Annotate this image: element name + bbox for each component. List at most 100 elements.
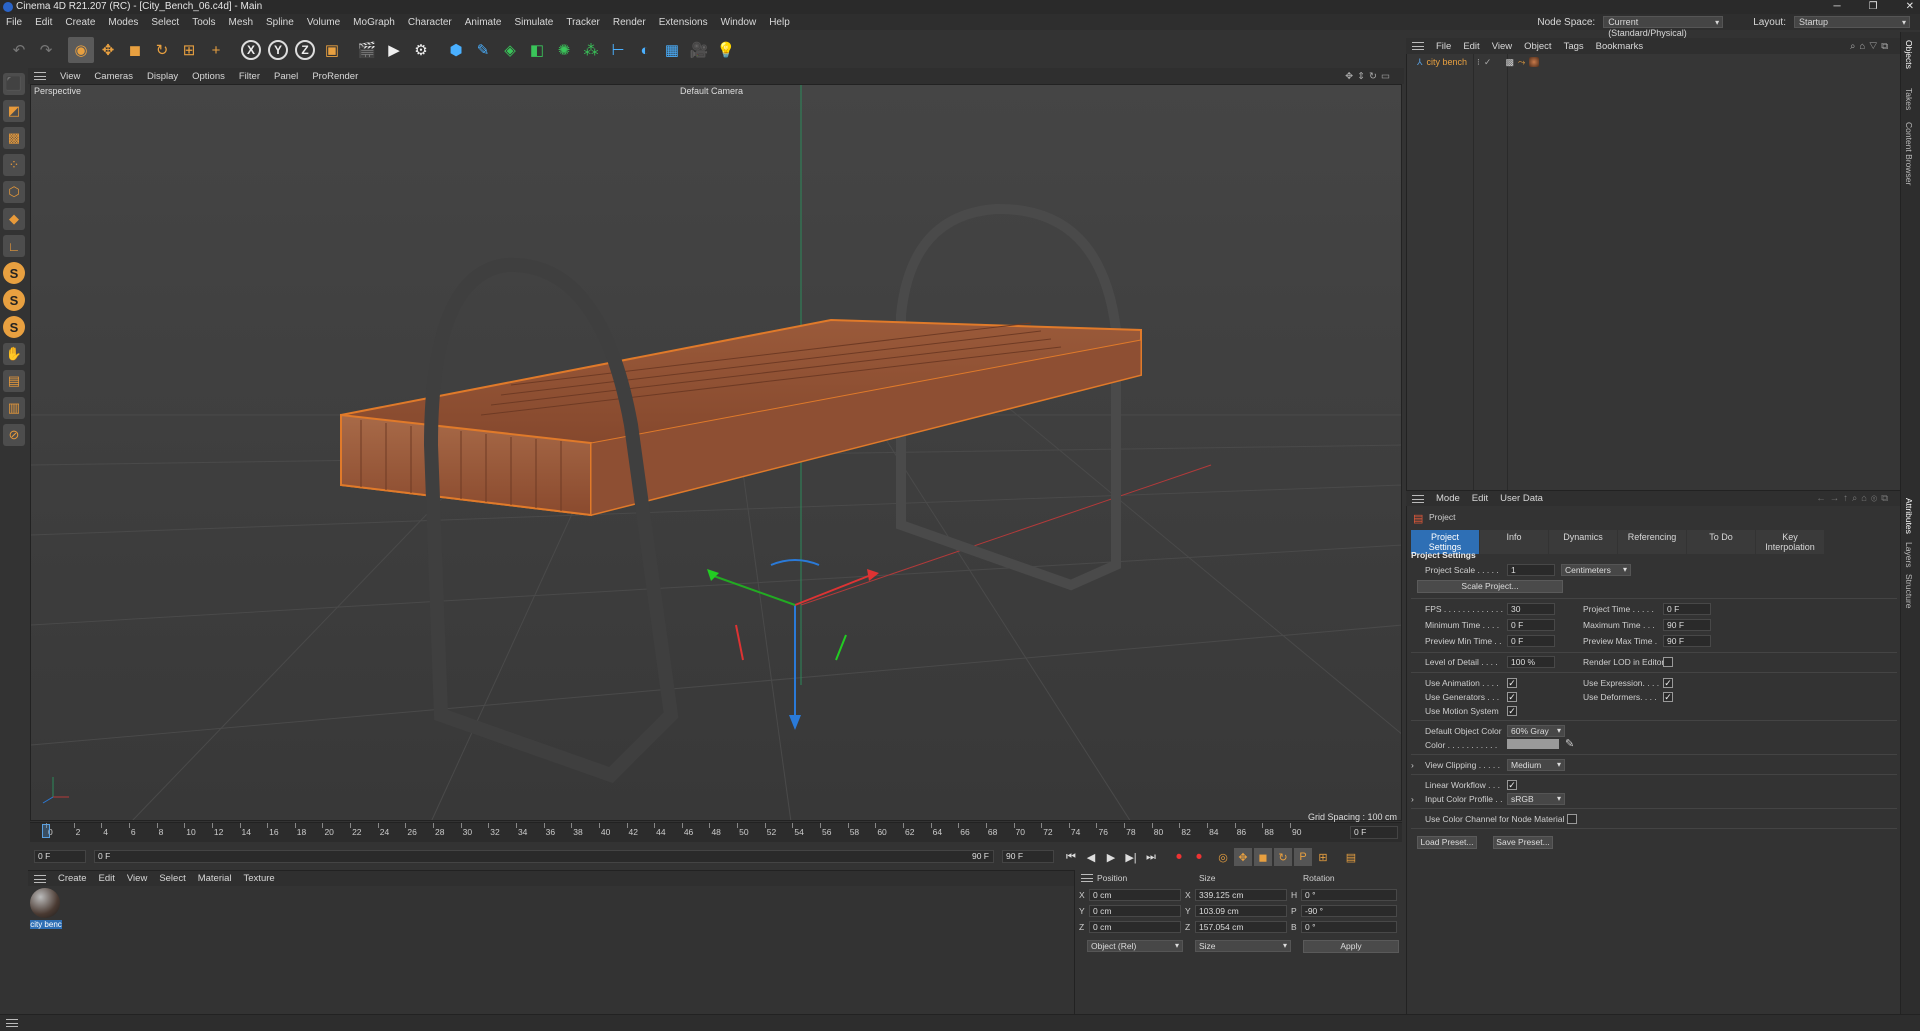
autokey-icon[interactable]: ⏺ <box>1190 848 1208 866</box>
attribute-hamburger-icon[interactable] <box>1412 494 1424 503</box>
x-axis-icon[interactable]: X <box>238 37 264 63</box>
mat-menu-texture[interactable]: Texture <box>244 873 275 884</box>
current-frame-field[interactable]: 0 F <box>1350 826 1398 839</box>
scale-project-button[interactable]: Scale Project... <box>1417 580 1563 593</box>
snap-settings-icon[interactable]: S <box>3 289 25 311</box>
grid-icon[interactable]: ▤ <box>3 370 25 392</box>
viewport-hamburger-icon[interactable] <box>34 72 46 80</box>
make-editable-icon[interactable]: ⬛ <box>3 73 25 95</box>
mat-menu-create[interactable]: Create <box>58 873 87 884</box>
coord-hamburger-icon[interactable] <box>1081 874 1093 882</box>
quantize-icon[interactable]: S <box>3 316 25 338</box>
preview-range-slider[interactable]: 0 F 90 F <box>94 850 994 863</box>
menu-simulate[interactable]: Simulate <box>514 17 553 28</box>
vp-menu-filter[interactable]: Filter <box>239 71 260 82</box>
texture-mode-icon[interactable]: ▩ <box>3 127 25 149</box>
obj-menu-edit[interactable]: Edit <box>1463 41 1479 52</box>
viewport-camera-name[interactable]: Default Camera <box>680 86 743 96</box>
menu-character[interactable]: Character <box>408 17 452 28</box>
coord-mode-dropdown[interactable]: Object (Rel) <box>1087 940 1183 952</box>
size-mode-dropdown[interactable]: Size <box>1195 940 1291 952</box>
input-profile-dropdown[interactable]: sRGB <box>1507 793 1565 805</box>
redo-icon[interactable]: ↷ <box>33 37 59 63</box>
load-preset-button[interactable]: Load Preset... <box>1417 836 1477 849</box>
rotate-tool-icon[interactable]: ↻ <box>149 37 175 63</box>
menu-edit[interactable]: Edit <box>35 17 52 28</box>
side-tab-takes[interactable]: Takes <box>1904 88 1914 110</box>
key-rotation-icon[interactable]: ↻ <box>1274 848 1292 866</box>
lock-workplane-icon[interactable]: ▥ <box>3 397 25 419</box>
add-tool-icon[interactable]: + <box>203 37 229 63</box>
object-row-city-bench[interactable]: ⅄ city bench ⁝ ✓ ▩ ⤳ <box>1407 56 1540 68</box>
apply-button[interactable]: Apply <box>1303 940 1399 953</box>
next-frame-icon[interactable]: ▶| <box>1122 848 1140 866</box>
tab-key-interpolation[interactable]: Key Interpolation <box>1756 530 1824 554</box>
attr-menu-mode[interactable]: Mode <box>1436 493 1460 504</box>
project-scale-unit-dropdown[interactable]: Centimeters <box>1561 564 1631 576</box>
field-icon[interactable]: ◐ <box>632 37 658 63</box>
project-scale-field[interactable]: 1 <box>1507 564 1555 576</box>
snap-icon[interactable]: S <box>3 262 25 284</box>
obj-menu-bookmarks[interactable]: Bookmarks <box>1596 41 1644 52</box>
start-frame-field[interactable]: 0 F <box>34 850 86 863</box>
pen-icon[interactable]: ✎ <box>470 37 496 63</box>
menu-modes[interactable]: Modes <box>108 17 138 28</box>
menu-volume[interactable]: Volume <box>307 17 340 28</box>
mat-menu-view[interactable]: View <box>127 873 147 884</box>
light-icon[interactable]: 💡 <box>713 37 739 63</box>
cube-icon[interactable]: ⬢ <box>443 37 469 63</box>
vp-menu-display[interactable]: Display <box>147 71 178 82</box>
menu-window[interactable]: Window <box>721 17 757 28</box>
project-time-field[interactable]: 0 F <box>1663 603 1711 615</box>
axis-mode-icon[interactable]: ∟ <box>3 235 25 257</box>
pos-x-field[interactable]: 0 cm <box>1089 889 1181 901</box>
render-settings-icon[interactable]: ⚙ <box>408 37 434 63</box>
pos-y-field[interactable]: 0 cm <box>1089 905 1181 917</box>
max-time-field[interactable]: 90 F <box>1663 619 1711 631</box>
maximize-icon[interactable]: ❐ <box>1869 0 1878 14</box>
coordinate-system-icon[interactable]: ▣ <box>319 37 345 63</box>
menu-select[interactable]: Select <box>151 17 179 28</box>
side-tab-content-browser[interactable]: Content Browser <box>1904 122 1914 185</box>
rot-b-field[interactable]: 0 ° <box>1301 921 1397 933</box>
status-hamburger-icon[interactable] <box>6 1019 18 1027</box>
linear-workflow-checkbox[interactable]: ✓ <box>1507 780 1517 790</box>
input-profile-expand-icon[interactable]: › <box>1411 794 1414 804</box>
menu-spline[interactable]: Spline <box>266 17 294 28</box>
points-mode-icon[interactable]: ⁘ <box>3 154 25 176</box>
timeline-window-icon[interactable]: ▤ <box>1342 848 1360 866</box>
object-name[interactable]: city bench <box>1427 57 1468 67</box>
mat-menu-select[interactable]: Select <box>159 873 185 884</box>
render-view-icon[interactable]: 🎬 <box>354 37 380 63</box>
undo-icon[interactable]: ↶ <box>6 37 32 63</box>
playhead[interactable] <box>42 824 50 838</box>
use-animation-checkbox[interactable]: ✓ <box>1507 678 1517 688</box>
vp-menu-options[interactable]: Options <box>192 71 225 82</box>
material-hamburger-icon[interactable] <box>34 874 46 883</box>
use-deformers-checkbox[interactable]: ✓ <box>1663 692 1673 702</box>
z-axis-icon[interactable]: Z <box>292 37 318 63</box>
phong-tag-icon[interactable]: ⤳ <box>1518 57 1525 68</box>
key-position-icon[interactable]: ✥ <box>1234 848 1252 866</box>
vp-menu-panel[interactable]: Panel <box>274 71 298 82</box>
menu-tools[interactable]: Tools <box>192 17 215 28</box>
tab-dynamics[interactable]: Dynamics <box>1549 530 1617 554</box>
obj-menu-view[interactable]: View <box>1492 41 1512 52</box>
end-frame-field[interactable]: 90 F <box>1002 850 1054 863</box>
edges-mode-icon[interactable]: ⬡ <box>3 181 25 203</box>
subdivision-icon[interactable]: ◈ <box>497 37 523 63</box>
use-expression-checkbox[interactable]: ✓ <box>1663 678 1673 688</box>
side-tab-objects[interactable]: Objects <box>1904 40 1914 69</box>
render-lod-checkbox[interactable] <box>1663 657 1673 667</box>
menu-render[interactable]: Render <box>613 17 646 28</box>
key-scale-icon[interactable]: ◼ <box>1254 848 1272 866</box>
size-z-field[interactable]: 157.054 cm <box>1195 921 1287 933</box>
object-hamburger-icon[interactable] <box>1412 42 1424 50</box>
obj-menu-file[interactable]: File <box>1436 41 1451 52</box>
fps-field[interactable]: 30 <box>1507 603 1555 615</box>
menu-mesh[interactable]: Mesh <box>229 17 253 28</box>
material-tag-icon[interactable] <box>1529 57 1540 67</box>
view-clipping-expand-icon[interactable]: › <box>1411 760 1414 770</box>
render-picture-viewer-icon[interactable]: ▶ <box>381 37 407 63</box>
select-tool-icon[interactable]: ◉ <box>68 37 94 63</box>
